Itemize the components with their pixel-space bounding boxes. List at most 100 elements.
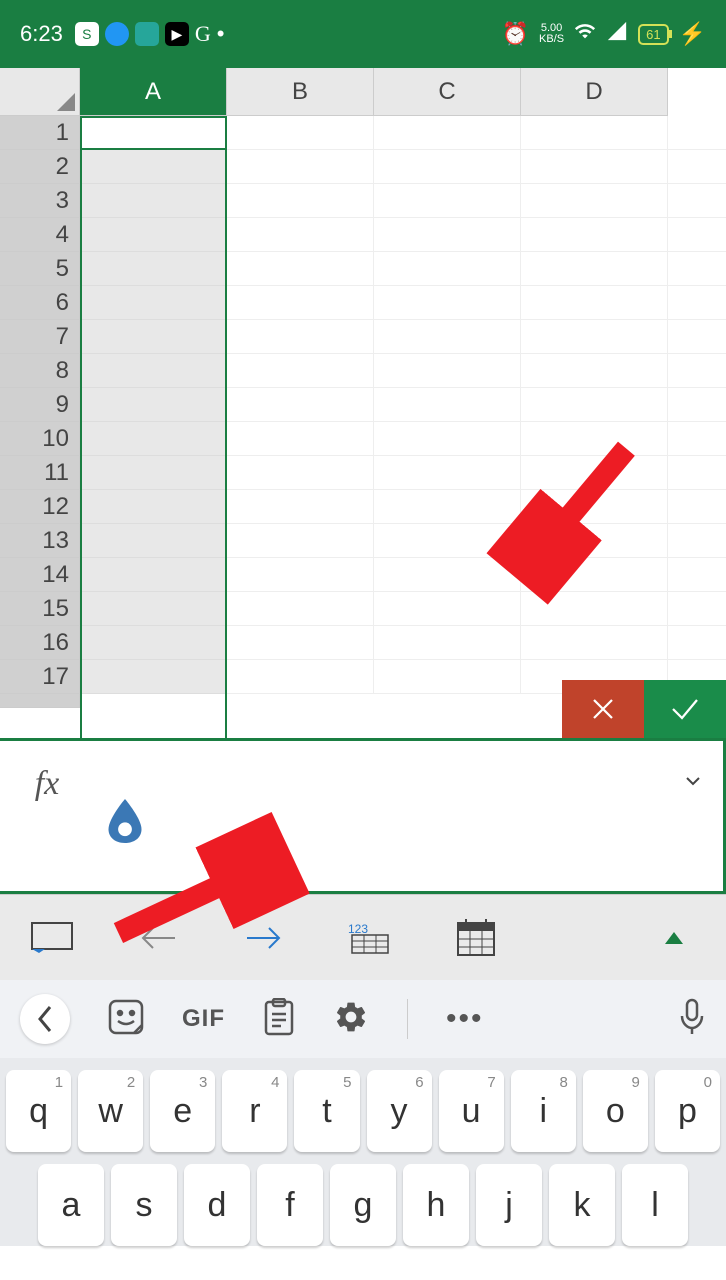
calendar-icon[interactable] bbox=[454, 916, 498, 960]
key-d[interactable]: d bbox=[184, 1164, 250, 1246]
key-h[interactable]: h bbox=[403, 1164, 469, 1246]
cell[interactable] bbox=[521, 592, 668, 626]
formula-input[interactable] bbox=[94, 741, 663, 891]
nav-right-icon[interactable] bbox=[242, 916, 286, 960]
key-p[interactable]: 0p bbox=[655, 1070, 720, 1152]
keyboard-back-button[interactable] bbox=[20, 994, 70, 1044]
cell[interactable] bbox=[668, 388, 726, 422]
row-header[interactable]: 2 bbox=[0, 150, 80, 184]
cell[interactable] bbox=[80, 626, 227, 660]
cell[interactable] bbox=[227, 354, 374, 388]
cell[interactable] bbox=[374, 422, 521, 456]
cell[interactable] bbox=[668, 354, 726, 388]
cell[interactable] bbox=[521, 388, 668, 422]
key-y[interactable]: 6y bbox=[367, 1070, 432, 1152]
cell[interactable] bbox=[668, 320, 726, 354]
cell[interactable] bbox=[521, 116, 668, 150]
cell[interactable] bbox=[227, 558, 374, 592]
cell[interactable] bbox=[668, 150, 726, 184]
accept-button[interactable] bbox=[644, 680, 726, 738]
cell[interactable] bbox=[521, 150, 668, 184]
row-header[interactable]: 1 bbox=[0, 116, 80, 150]
cell[interactable] bbox=[521, 286, 668, 320]
cell[interactable] bbox=[668, 592, 726, 626]
key-e[interactable]: 3e bbox=[150, 1070, 215, 1152]
row-header[interactable]: 16 bbox=[0, 626, 80, 660]
row-header[interactable]: 10 bbox=[0, 422, 80, 456]
cell[interactable] bbox=[521, 422, 668, 456]
cell[interactable] bbox=[374, 218, 521, 252]
numpad-icon[interactable]: 123 bbox=[348, 916, 392, 960]
cell[interactable] bbox=[521, 184, 668, 218]
cell[interactable] bbox=[668, 184, 726, 218]
cell[interactable] bbox=[668, 286, 726, 320]
cancel-button[interactable] bbox=[562, 680, 644, 738]
nav-left-icon[interactable] bbox=[136, 916, 180, 960]
column-header-d[interactable]: D bbox=[521, 68, 668, 116]
cell[interactable] bbox=[227, 388, 374, 422]
cell[interactable] bbox=[521, 320, 668, 354]
cell[interactable] bbox=[80, 116, 227, 150]
key-j[interactable]: j bbox=[476, 1164, 542, 1246]
row-header[interactable]: 8 bbox=[0, 354, 80, 388]
cell[interactable] bbox=[80, 388, 227, 422]
key-r[interactable]: 4r bbox=[222, 1070, 287, 1152]
key-o[interactable]: 9o bbox=[583, 1070, 648, 1152]
microphone-icon[interactable] bbox=[678, 998, 706, 1041]
column-header-b[interactable]: B bbox=[227, 68, 374, 116]
cell[interactable] bbox=[80, 456, 227, 490]
row-header[interactable]: 14 bbox=[0, 558, 80, 592]
select-all-corner[interactable] bbox=[0, 68, 80, 116]
cell[interactable] bbox=[374, 456, 521, 490]
keyboard-mode-icon[interactable] bbox=[30, 916, 74, 960]
column-header-a[interactable]: A bbox=[80, 68, 227, 116]
key-l[interactable]: l bbox=[622, 1164, 688, 1246]
more-options-icon[interactable]: ••• bbox=[446, 1002, 484, 1036]
cell[interactable] bbox=[227, 490, 374, 524]
cell[interactable] bbox=[668, 456, 726, 490]
cell[interactable] bbox=[668, 558, 726, 592]
cell[interactable] bbox=[227, 320, 374, 354]
cell[interactable] bbox=[227, 422, 374, 456]
cell[interactable] bbox=[374, 660, 521, 694]
cell[interactable] bbox=[80, 422, 227, 456]
settings-icon[interactable] bbox=[333, 999, 369, 1040]
cell[interactable] bbox=[374, 184, 521, 218]
cell[interactable] bbox=[80, 524, 227, 558]
cell[interactable] bbox=[521, 524, 668, 558]
cell[interactable] bbox=[521, 626, 668, 660]
row-header[interactable]: 13 bbox=[0, 524, 80, 558]
cell[interactable] bbox=[374, 626, 521, 660]
cell[interactable] bbox=[80, 184, 227, 218]
key-s[interactable]: s bbox=[111, 1164, 177, 1246]
cell[interactable] bbox=[80, 660, 227, 694]
key-u[interactable]: 7u bbox=[439, 1070, 504, 1152]
cell[interactable] bbox=[227, 286, 374, 320]
cell[interactable] bbox=[374, 150, 521, 184]
key-i[interactable]: 8i bbox=[511, 1070, 576, 1152]
cell[interactable] bbox=[521, 490, 668, 524]
cell[interactable] bbox=[80, 354, 227, 388]
cell[interactable] bbox=[374, 524, 521, 558]
cell[interactable] bbox=[80, 592, 227, 626]
row-header[interactable]: 15 bbox=[0, 592, 80, 626]
cell[interactable] bbox=[374, 490, 521, 524]
key-w[interactable]: 2w bbox=[78, 1070, 143, 1152]
cell[interactable] bbox=[374, 558, 521, 592]
cell[interactable] bbox=[80, 150, 227, 184]
cell[interactable] bbox=[374, 116, 521, 150]
cell[interactable] bbox=[374, 252, 521, 286]
column-header-c[interactable]: C bbox=[374, 68, 521, 116]
cell[interactable] bbox=[521, 456, 668, 490]
cell[interactable] bbox=[80, 558, 227, 592]
cell[interactable] bbox=[227, 116, 374, 150]
cell[interactable] bbox=[668, 116, 726, 150]
cell[interactable] bbox=[374, 388, 521, 422]
text-cursor-handle[interactable] bbox=[108, 799, 142, 848]
collapse-toolbar-icon[interactable] bbox=[652, 916, 696, 960]
gif-button[interactable]: GIF bbox=[182, 1005, 225, 1033]
cell[interactable] bbox=[374, 592, 521, 626]
key-k[interactable]: k bbox=[549, 1164, 615, 1246]
row-header[interactable]: 12 bbox=[0, 490, 80, 524]
cell[interactable] bbox=[521, 218, 668, 252]
